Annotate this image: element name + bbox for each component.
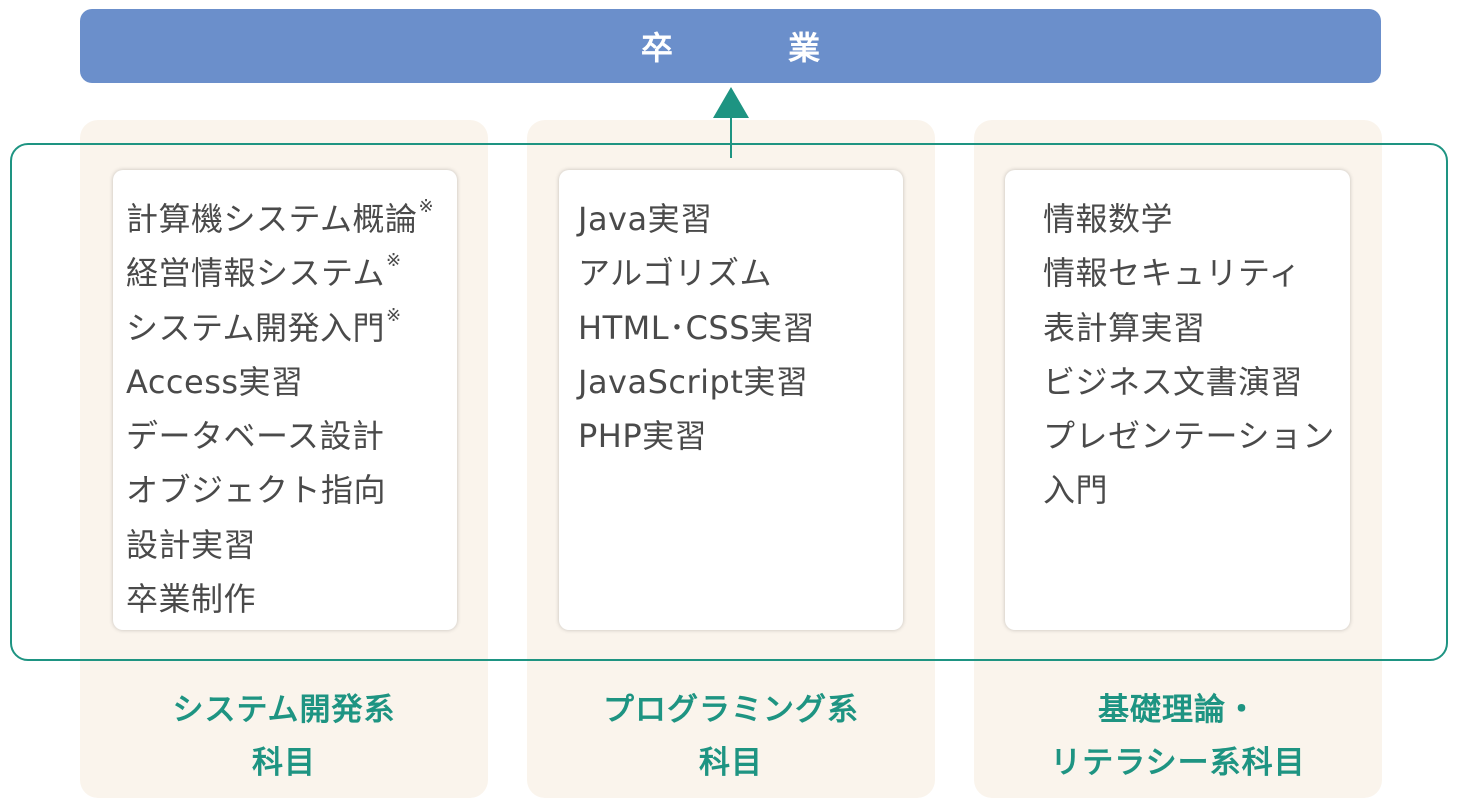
list-item: オブジェクト指向: [126, 463, 457, 517]
category-label-line: 基礎理論・: [1098, 692, 1258, 728]
category-label-line: リテラシー系科目: [1050, 745, 1306, 781]
course-card-system-development: 計算機システム概論※ 経営情報システム※ システム開発入門※ Access実習 …: [113, 170, 457, 630]
list-item: 経営情報システム※: [126, 246, 457, 300]
curriculum-diagram: 卒 業 計算機システム概論※ 経営情報システム※ システム開発入門※ Acces…: [0, 0, 1460, 810]
list-item: 設計実習: [126, 518, 457, 572]
list-item: 計算機システム概論※: [126, 192, 457, 246]
course-name: 卒業制作: [126, 580, 257, 619]
course-name: Access実習: [126, 362, 304, 401]
list-item: JavaScript実習: [578, 355, 903, 409]
list-item: 表計算実習: [1043, 301, 1350, 355]
course-name: 入門: [1043, 471, 1109, 510]
course-name: Java実習: [578, 200, 713, 238]
arrow-shaft: [730, 114, 732, 158]
course-card-programming: Java実習 アルゴリズム HTML･CSS実習 JavaScript実習 PH…: [559, 170, 903, 630]
list-item: アルゴリズム: [578, 246, 903, 300]
course-name: ビジネス文書演習: [1043, 362, 1304, 401]
list-item: 情報セキュリティ: [1043, 246, 1350, 300]
list-item: プレゼンテーション: [1043, 409, 1350, 463]
note-mark: ※: [386, 304, 402, 326]
note-mark: ※: [386, 250, 402, 272]
category-label-line: 科目: [699, 745, 763, 781]
course-name: アルゴリズム: [578, 254, 773, 293]
category-label-programming: プログラミング系 科目: [527, 684, 935, 790]
course-name: 設計実習: [126, 525, 257, 564]
course-name: HTML･CSS実習: [578, 308, 816, 347]
course-name: オブジェクト指向: [126, 471, 387, 510]
category-label-line: システム開発系: [172, 692, 396, 728]
course-name: システム開発入門: [126, 308, 386, 347]
category-label-basic-theory: 基礎理論・ リテラシー系科目: [974, 684, 1382, 790]
graduation-label: 卒 業: [640, 29, 873, 67]
course-name: 計算機システム概論: [126, 200, 418, 238]
course-list: 情報数学 情報セキュリティ 表計算実習 ビジネス文書演習 プレゼンテーション 入…: [1043, 192, 1350, 518]
list-item: 入門: [1043, 463, 1350, 517]
list-item: 情報数学: [1043, 192, 1350, 246]
course-name: 表計算実習: [1043, 308, 1206, 347]
list-item: システム開発入門※: [126, 301, 457, 355]
course-name: JavaScript実習: [578, 362, 809, 401]
course-name: 情報数学: [1043, 200, 1174, 238]
course-list: 計算機システム概論※ 経営情報システム※ システム開発入門※ Access実習 …: [126, 192, 457, 626]
course-name: 情報セキュリティ: [1043, 254, 1302, 293]
list-item: データベース設計: [126, 409, 457, 463]
category-label-line: プログラミング系: [603, 692, 859, 728]
course-card-basic-theory: 情報数学 情報セキュリティ 表計算実習 ビジネス文書演習 プレゼンテーション 入…: [1005, 170, 1350, 630]
list-item: HTML･CSS実習: [578, 301, 903, 355]
list-item: 卒業制作: [126, 572, 457, 626]
course-name: データベース設計: [126, 417, 385, 456]
list-item: Access実習: [126, 355, 457, 409]
course-name: 経営情報システム: [126, 254, 386, 293]
course-name: プレゼンテーション: [1043, 417, 1335, 456]
course-list: Java実習 アルゴリズム HTML･CSS実習 JavaScript実習 PH…: [578, 192, 903, 463]
list-item: ビジネス文書演習: [1043, 355, 1350, 409]
list-item: Java実習: [578, 192, 903, 246]
category-label-system-development: システム開発系 科目: [80, 684, 488, 790]
course-name: PHP実習: [578, 417, 708, 456]
graduation-banner: 卒 業: [80, 9, 1381, 83]
category-label-line: 科目: [252, 745, 316, 781]
list-item: PHP実習: [578, 409, 903, 463]
note-mark: ※: [418, 196, 435, 217]
